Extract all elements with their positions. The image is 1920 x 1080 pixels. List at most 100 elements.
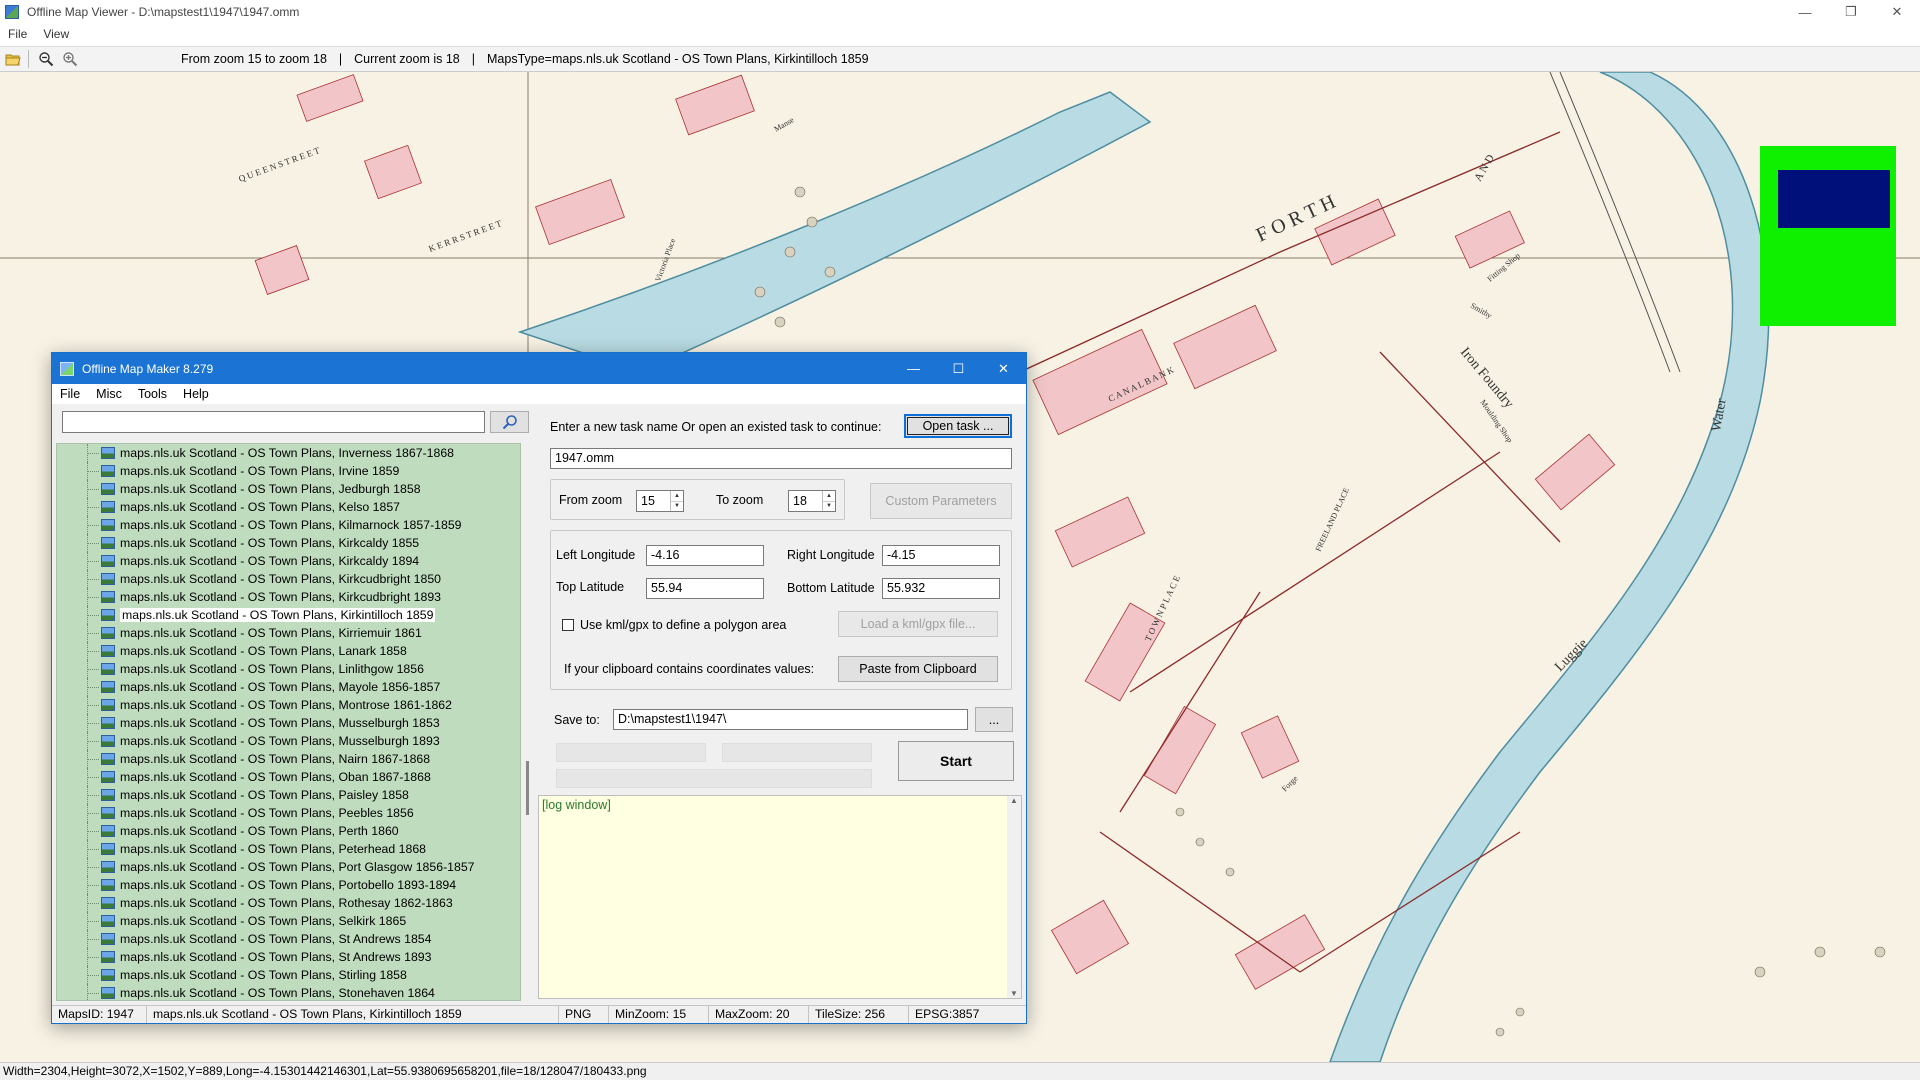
spin-up-icon[interactable]: ▲ xyxy=(671,491,683,501)
status-map-name: maps.nls.uk Scotland - OS Town Plans, Ki… xyxy=(147,1006,559,1023)
tree-item[interactable]: maps.nls.uk Scotland - OS Town Plans, Pe… xyxy=(57,804,520,822)
tree-item[interactable]: maps.nls.uk Scotland - OS Town Plans, St… xyxy=(57,984,520,1000)
restore-icon[interactable]: ❐ xyxy=(1828,0,1874,24)
tree-item[interactable]: maps.nls.uk Scotland - OS Town Plans, St… xyxy=(57,966,520,984)
scrollbar-thumb[interactable] xyxy=(526,761,529,815)
tree-item[interactable]: maps.nls.uk Scotland - OS Town Plans, Mu… xyxy=(57,714,520,732)
top-lat-input[interactable]: 55.94 xyxy=(646,578,764,599)
tree-item-label: maps.nls.uk Scotland - OS Town Plans, In… xyxy=(120,446,455,460)
tree-item[interactable]: maps.nls.uk Scotland - OS Town Plans, Pa… xyxy=(57,786,520,804)
task-name-input[interactable]: 1947.omm xyxy=(550,448,1012,469)
map-tree[interactable]: maps.nls.uk Scotland - OS Town Plans, In… xyxy=(56,443,521,1001)
tree-item[interactable]: maps.nls.uk Scotland - OS Town Plans, Mu… xyxy=(57,732,520,750)
viewer-menubar: File View xyxy=(0,24,1920,44)
menu-file[interactable]: File xyxy=(0,27,35,41)
tree-item[interactable]: maps.nls.uk Scotland - OS Town Plans, Ob… xyxy=(57,768,520,786)
tree-scrollbar[interactable] xyxy=(523,443,533,1001)
maximize-icon[interactable]: ☐ xyxy=(936,353,981,384)
menu-help[interactable]: Help xyxy=(175,387,217,401)
map-image-icon xyxy=(101,645,115,657)
zoom-in-icon[interactable] xyxy=(59,48,81,70)
tree-item[interactable]: maps.nls.uk Scotland - OS Town Plans, Li… xyxy=(57,660,520,678)
custom-parameters-button[interactable]: Custom Parameters xyxy=(870,483,1012,519)
tree-item[interactable]: maps.nls.uk Scotland - OS Town Plans, Ki… xyxy=(57,606,520,624)
from-zoom-spinner[interactable]: 15 ▲ ▼ xyxy=(636,490,684,512)
status-maps-id: MapsID: 1947 xyxy=(52,1006,147,1023)
tree-connector xyxy=(88,885,99,886)
bottom-lat-input[interactable]: 55.932 xyxy=(882,578,1000,599)
tree-item[interactable]: maps.nls.uk Scotland - OS Town Plans, Se… xyxy=(57,912,520,930)
tree-item[interactable]: maps.nls.uk Scotland - OS Town Plans, Ki… xyxy=(57,516,520,534)
map-image-icon xyxy=(101,789,115,801)
open-task-button[interactable]: Open task ... xyxy=(904,414,1012,438)
close-icon[interactable]: ✕ xyxy=(1874,0,1920,24)
map-image-icon xyxy=(101,573,115,585)
map-image-icon xyxy=(101,483,115,495)
tree-item[interactable]: maps.nls.uk Scotland - OS Town Plans, Po… xyxy=(57,876,520,894)
menu-tools[interactable]: Tools xyxy=(130,387,175,401)
spin-down-icon[interactable]: ▼ xyxy=(671,500,683,512)
tree-item[interactable]: maps.nls.uk Scotland - OS Town Plans, Ki… xyxy=(57,588,520,606)
tree-item[interactable]: maps.nls.uk Scotland - OS Town Plans, Na… xyxy=(57,750,520,768)
to-zoom-spinner[interactable]: 18 ▲ ▼ xyxy=(788,490,836,512)
tree-item[interactable]: maps.nls.uk Scotland - OS Town Plans, Po… xyxy=(57,858,520,876)
tree-item[interactable]: maps.nls.uk Scotland - OS Town Plans, St… xyxy=(57,948,520,966)
progress-bar-overall xyxy=(556,769,872,788)
start-button[interactable]: Start xyxy=(898,741,1014,781)
log-window[interactable]: [log window] ▲ ▼ xyxy=(538,795,1022,999)
spin-down-icon[interactable]: ▼ xyxy=(823,500,835,512)
open-folder-icon[interactable] xyxy=(2,48,24,70)
log-scrollbar[interactable]: ▲ ▼ xyxy=(1007,796,1021,998)
tree-item[interactable]: maps.nls.uk Scotland - OS Town Plans, Ke… xyxy=(57,498,520,516)
tree-item[interactable]: maps.nls.uk Scotland - OS Town Plans, Pe… xyxy=(57,822,520,840)
search-button[interactable] xyxy=(490,411,529,433)
map-overview[interactable] xyxy=(1760,146,1896,326)
zoom-out-icon[interactable] xyxy=(35,48,57,70)
spin-up-icon[interactable]: ▲ xyxy=(823,491,835,501)
map-image-icon xyxy=(101,501,115,513)
tree-connector xyxy=(88,471,99,472)
tree-item[interactable]: maps.nls.uk Scotland - OS Town Plans, La… xyxy=(57,642,520,660)
right-lon-input[interactable]: -4.15 xyxy=(882,545,1000,566)
status-format: PNG xyxy=(559,1006,609,1023)
close-icon[interactable]: ✕ xyxy=(981,353,1026,384)
map-image-icon xyxy=(101,843,115,855)
tree-item[interactable]: maps.nls.uk Scotland - OS Town Plans, Mo… xyxy=(57,696,520,714)
tree-item[interactable]: maps.nls.uk Scotland - OS Town Plans, Pe… xyxy=(57,840,520,858)
tree-item[interactable]: maps.nls.uk Scotland - OS Town Plans, In… xyxy=(57,444,520,462)
overview-viewport[interactable] xyxy=(1778,170,1890,228)
kml-checkbox[interactable] xyxy=(562,619,574,631)
map-image-icon xyxy=(101,735,115,747)
map-image-icon xyxy=(101,861,115,873)
menu-view[interactable]: View xyxy=(35,27,77,41)
tree-item[interactable]: maps.nls.uk Scotland - OS Town Plans, Ki… xyxy=(57,534,520,552)
scroll-up-icon[interactable]: ▲ xyxy=(1010,796,1018,805)
search-input[interactable] xyxy=(62,411,485,433)
scroll-down-icon[interactable]: ▼ xyxy=(1010,989,1018,998)
menu-misc[interactable]: Misc xyxy=(88,387,130,401)
tree-item[interactable]: maps.nls.uk Scotland - OS Town Plans, Ro… xyxy=(57,894,520,912)
tree-item[interactable]: maps.nls.uk Scotland - OS Town Plans, Ki… xyxy=(57,624,520,642)
minimize-icon[interactable]: — xyxy=(1782,0,1828,24)
tree-item[interactable]: maps.nls.uk Scotland - OS Town Plans, Ma… xyxy=(57,678,520,696)
tree-connector xyxy=(88,957,99,958)
tree-item[interactable]: maps.nls.uk Scotland - OS Town Plans, Ki… xyxy=(57,570,520,588)
save-to-input[interactable]: D:\mapstest1\1947\ xyxy=(613,709,968,730)
tree-item-label: maps.nls.uk Scotland - OS Town Plans, St… xyxy=(120,950,432,964)
left-lon-input[interactable]: -4.16 xyxy=(646,545,764,566)
viewer-window-controls: — ❐ ✕ xyxy=(1782,0,1920,24)
menu-file[interactable]: File xyxy=(52,387,88,401)
tree-item[interactable]: maps.nls.uk Scotland - OS Town Plans, Je… xyxy=(57,480,520,498)
tree-connector xyxy=(88,543,99,544)
spinner-arrows[interactable]: ▲ ▼ xyxy=(670,491,683,511)
tree-item[interactable]: maps.nls.uk Scotland - OS Town Plans, St… xyxy=(57,930,520,948)
browse-button[interactable]: ... xyxy=(975,707,1013,732)
tree-item[interactable]: maps.nls.uk Scotland - OS Town Plans, Ki… xyxy=(57,552,520,570)
load-kml-button[interactable]: Load a kml/gpx file... xyxy=(838,611,998,637)
tree-connector xyxy=(88,867,99,868)
spinner-arrows[interactable]: ▲ ▼ xyxy=(822,491,835,511)
tree-item-label: maps.nls.uk Scotland - OS Town Plans, Ki… xyxy=(120,518,462,532)
minimize-icon[interactable]: — xyxy=(891,353,936,384)
tree-item[interactable]: maps.nls.uk Scotland - OS Town Plans, Ir… xyxy=(57,462,520,480)
paste-clipboard-button[interactable]: Paste from Clipboard xyxy=(838,656,998,682)
